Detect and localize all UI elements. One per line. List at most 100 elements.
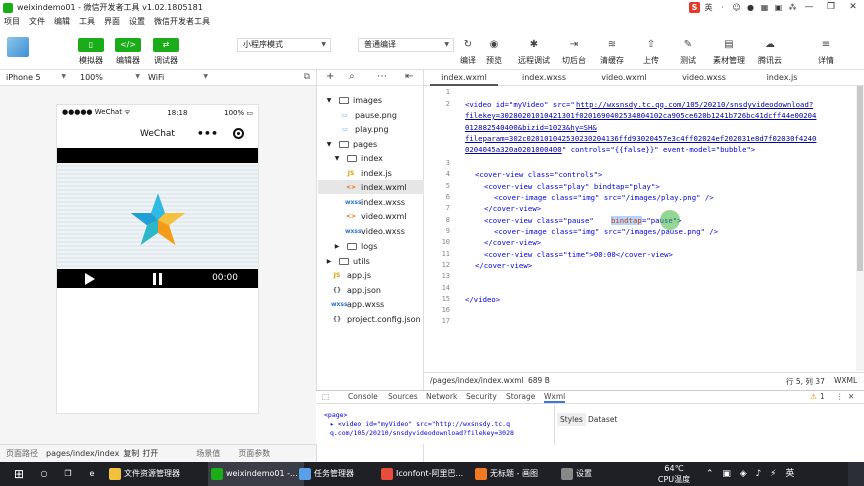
play-icon[interactable] [85,273,95,285]
tab-index-wxss[interactable]: index.wxss [510,70,578,86]
tab-styles[interactable]: Styles [557,413,586,426]
mode-select[interactable]: 小程序模式 ▼ [237,38,331,52]
tree-file-play-png[interactable]: ▭ play.png [339,122,388,136]
eye-icon[interactable]: ◉ [486,37,502,53]
code-url-3[interactable]: 012882540400&bizid=1023&hy=SH& [465,123,597,132]
simulator-toggle-icon[interactable]: ▯ [78,38,104,52]
switch-background-button[interactable]: 切后台 [554,55,594,66]
mic-icon[interactable]: ● [745,2,756,13]
switch-background-icon[interactable]: ⇥ [566,37,582,53]
menu-view[interactable]: 界面 [104,16,120,27]
tab-network[interactable]: Network [426,392,457,401]
code-url-5[interactable]: 0204045a320a0201000400 [465,145,562,154]
refresh-icon[interactable]: ↻ [460,37,476,53]
details-button[interactable]: 详情 [806,55,846,66]
taskbar-file-explorer[interactable]: 文件资源管理器 [106,462,206,486]
skin-icon[interactable]: ▣ [773,2,784,13]
language-mode[interactable]: WXML [834,376,857,385]
upload-button[interactable]: 上传 [631,55,671,66]
scrollbar-thumb[interactable] [857,86,863,271]
cloud-icon[interactable]: ☁ [762,37,778,53]
close-devtools-icon[interactable]: ✕ [848,392,854,401]
menu-edit[interactable]: 编辑 [54,16,70,27]
maximize-button[interactable]: ❐ [820,0,842,15]
ime-mode-label[interactable]: 英 [703,2,714,13]
emoji-icon[interactable]: ☺ [731,2,742,13]
collapse-icon[interactable]: ⇤ [405,71,413,82]
search-icon[interactable]: ⌕ [349,71,355,82]
scene-value-link[interactable]: 场景值 [196,448,220,459]
tab-console[interactable]: Console [348,392,378,401]
compile-select[interactable]: 普通编译 ▼ [358,38,454,52]
taskbar-paint[interactable]: 无标题 - 画图 [472,462,560,486]
cursor-position[interactable]: 行 5, 列 37 [786,376,825,387]
show-desktop-button[interactable] [848,462,864,486]
tree-file-app-wxss[interactable]: wxss app.wxss [331,297,384,311]
system-tray-icons[interactable]: ⌃ ▣ ◈ ♪ ⚡ 英 [706,462,826,486]
tree-folder-images[interactable]: ▼ images [323,93,382,107]
menu-file[interactable]: 文件 [29,16,45,27]
tab-sources[interactable]: Sources [388,392,418,401]
tab-index-wxml[interactable]: index.wxml [430,70,498,86]
debugger-label[interactable]: 调试器 [148,55,184,66]
zoom-select[interactable]: 100% ▼ [80,73,144,82]
device-select[interactable]: iPhone 5 ▼ [6,73,70,82]
wxml-node-video[interactable]: ▸ <video id="myVideo" src="http://wxsnsd… [330,420,510,428]
edge-icon[interactable]: e [82,462,102,486]
tencent-cloud-button[interactable]: 腾讯云 [750,55,790,66]
keyboard-icon[interactable]: ▦ [759,2,770,13]
tree-file-app-json[interactable]: {} app.json [331,283,381,297]
tree-file-project-config[interactable]: {} project.config.json [331,312,421,326]
test-icon[interactable]: ✎ [680,37,696,53]
material-button[interactable]: 素材管理 [709,55,749,66]
editor-label[interactable]: 编辑器 [110,55,146,66]
page-params-link[interactable]: 页面参数 [238,448,270,459]
editor-scrollbar[interactable] [856,86,864,371]
clear-cache-button[interactable]: 清缓存 [592,55,632,66]
cpu-temp-widget[interactable]: 64℃ CPU温度 [656,462,692,486]
tree-folder-index[interactable]: ▼ index [331,151,383,165]
open-path-link[interactable]: 打开 [142,448,158,459]
tab-video-wxml[interactable]: video.wxml [590,70,658,86]
tree-file-index-js[interactable]: JS index.js [345,166,392,180]
material-icon[interactable]: ▤ [721,37,737,53]
add-icon[interactable]: + [326,71,334,82]
code-url-2[interactable]: filekey=30280201010421301f02016904025348… [465,111,816,120]
taskbar-task-manager[interactable]: 任务管理器 [296,462,378,486]
sogou-icon[interactable]: S [689,2,700,13]
start-icon[interactable]: ⊞ [6,462,32,486]
tree-file-pause-png[interactable]: ▭ pause.png [339,108,397,122]
menu-tools[interactable]: 工具 [79,16,95,27]
taskbar-settings[interactable]: 设置 [558,462,618,486]
tree-file-index-wxss[interactable]: wxss index.wxss [345,195,405,209]
tab-index-js[interactable]: index.js [748,70,816,86]
more-icon[interactable]: ⋮ [836,392,844,401]
taskbar-wechat-devtools[interactable]: weixindemo01 -... [208,462,304,486]
wxml-node-page[interactable]: <page> [324,411,347,419]
tree-file-video-wxml[interactable]: <> video.wxml [345,209,407,223]
debugger-toggle-icon[interactable]: ⇄ [153,38,179,52]
task-view-icon[interactable]: ❐ [58,462,78,486]
menu-wechat-devtools[interactable]: 微信开发者工具 [154,16,210,27]
more-icon[interactable]: ••• [197,120,218,148]
tree-folder-pages[interactable]: ▼ pages [323,137,377,151]
menu-project[interactable]: 项目 [4,16,20,27]
code-area[interactable]: 1 2 3 4 5 6 7 8 9 10 11 12 13 14 15 16 1… [424,86,864,371]
inspect-icon[interactable]: ⬚ [322,392,329,401]
remote-debug-button[interactable]: 远程调试 [514,55,554,66]
menu-settings[interactable]: 设置 [129,16,145,27]
tab-storage[interactable]: Storage [506,392,535,401]
tab-video-wxss[interactable]: video.wxss [670,70,738,86]
close-button[interactable]: ✕ [842,0,864,15]
bug-icon[interactable]: ✱ [526,37,542,53]
detach-window-icon[interactable]: ⧉ [304,72,310,82]
warning-icon[interactable]: ⚠ [810,392,817,401]
tree-file-video-wxss[interactable]: wxss video.wxss [345,224,405,238]
simulator-label[interactable]: 模拟器 [73,55,109,66]
tab-dataset[interactable]: Dataset [585,413,620,426]
search-icon[interactable]: ○ [34,462,54,486]
pause-icon[interactable] [153,273,163,285]
editor-toggle-icon[interactable]: </> [115,38,141,52]
project-avatar[interactable] [7,37,29,57]
layers-icon[interactable]: ≋ [604,37,620,53]
